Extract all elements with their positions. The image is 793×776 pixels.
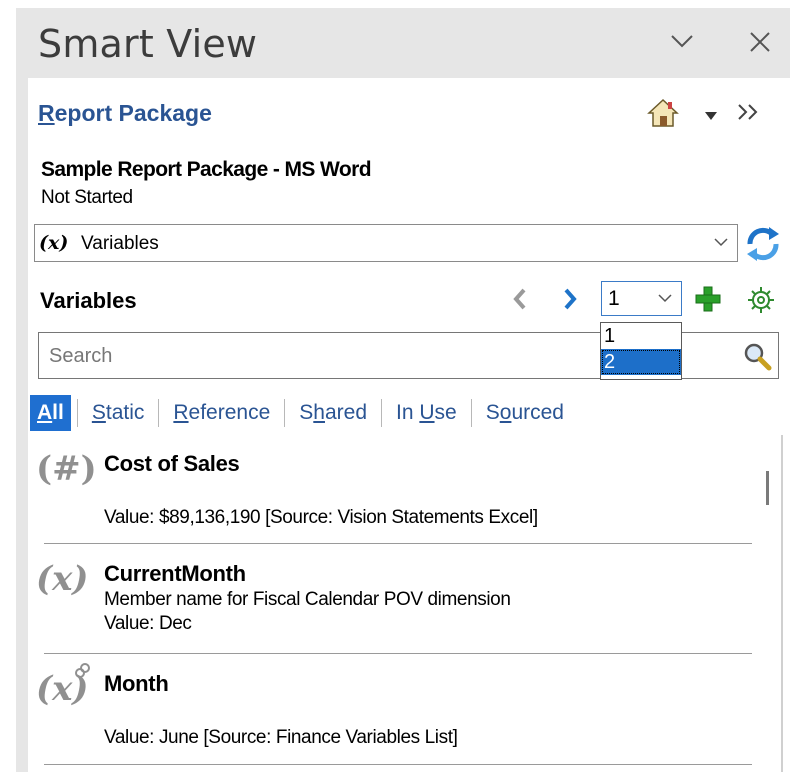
page-number-dropdown: 1 2 [600,322,682,380]
filter-shared[interactable]: Shared [291,395,375,431]
filter-bar: All Static Reference Shared In Use Sourc… [30,394,572,432]
filter-divider [76,399,78,427]
variable-name: CurrentMonth [104,561,246,586]
filter-reference[interactable]: Reference [165,395,278,431]
view-select-value: Variables [81,233,159,254]
filter-all[interactable]: All [30,395,71,431]
add-variable-icon[interactable] [694,285,722,318]
variable-value: Value: Dec [104,613,192,634]
filter-static[interactable]: Static [84,395,153,431]
next-page-icon[interactable] [556,286,584,317]
list-divider [44,764,752,765]
link-icon [74,663,90,684]
variables-title: Variables [40,288,137,313]
scrollbar-thumb[interactable] [766,471,769,505]
double-chevron-right-icon[interactable] [736,102,762,127]
search-input[interactable] [41,335,691,377]
search-icon[interactable] [742,341,772,376]
variable-description: Member name for Fiscal Calendar POV dime… [104,589,511,610]
package-status: Not Started [41,187,133,208]
variable-value: Value: $89,136,190 [Source: Vision State… [104,507,538,528]
page-option-1[interactable]: 1 [601,323,681,349]
chevron-down-icon [657,288,673,313]
home-icon[interactable] [646,98,680,133]
filter-divider [284,399,286,427]
chevron-down-icon [713,232,729,257]
filter-divider [381,399,383,427]
list-item[interactable]: (x) CurrentMonth Member name for Fiscal … [32,545,752,653]
numeric-variable-icon: (#) [36,449,97,489]
list-item[interactable]: (x) Month Value: June [Source: Finance V… [32,655,752,763]
package-name: Sample Report Package - MS Word [41,158,372,181]
caret-down-icon[interactable] [704,108,718,126]
page-number-value: 1 [608,287,620,310]
variable-icon: (x) [36,559,89,599]
report-package-pane: Report Package Sample Report Package - M… [28,78,790,772]
variable-name: Month [104,671,169,696]
filter-sourced[interactable]: Sourced [478,395,572,431]
list-divider [44,543,752,544]
filter-divider [158,399,160,427]
gear-icon[interactable] [746,285,776,320]
panel-header: Smart View [16,8,790,78]
report-package-link[interactable]: Report Package [38,100,212,127]
list-item[interactable]: (#) Cost of Sales Value: $89,136,190 [So… [32,435,752,543]
variable-name: Cost of Sales [104,451,240,476]
refresh-icon[interactable] [742,224,784,269]
close-icon[interactable] [740,22,780,62]
panel-title: Smart View [38,22,258,66]
variable-icon: (x) [39,232,69,254]
view-select[interactable]: (x) Variables [34,224,738,262]
previous-page-icon[interactable] [506,286,534,317]
page-option-2[interactable]: 2 [601,349,681,375]
page-number-select[interactable]: 1 [601,281,682,316]
variable-value: Value: June [Source: Finance Variables L… [104,727,458,748]
list-divider [44,653,752,654]
variables-list: (#) Cost of Sales Value: $89,136,190 [So… [28,435,790,772]
filter-divider [470,399,472,427]
filter-in-use[interactable]: In Use [388,395,465,431]
chevron-down-icon[interactable] [662,22,702,62]
